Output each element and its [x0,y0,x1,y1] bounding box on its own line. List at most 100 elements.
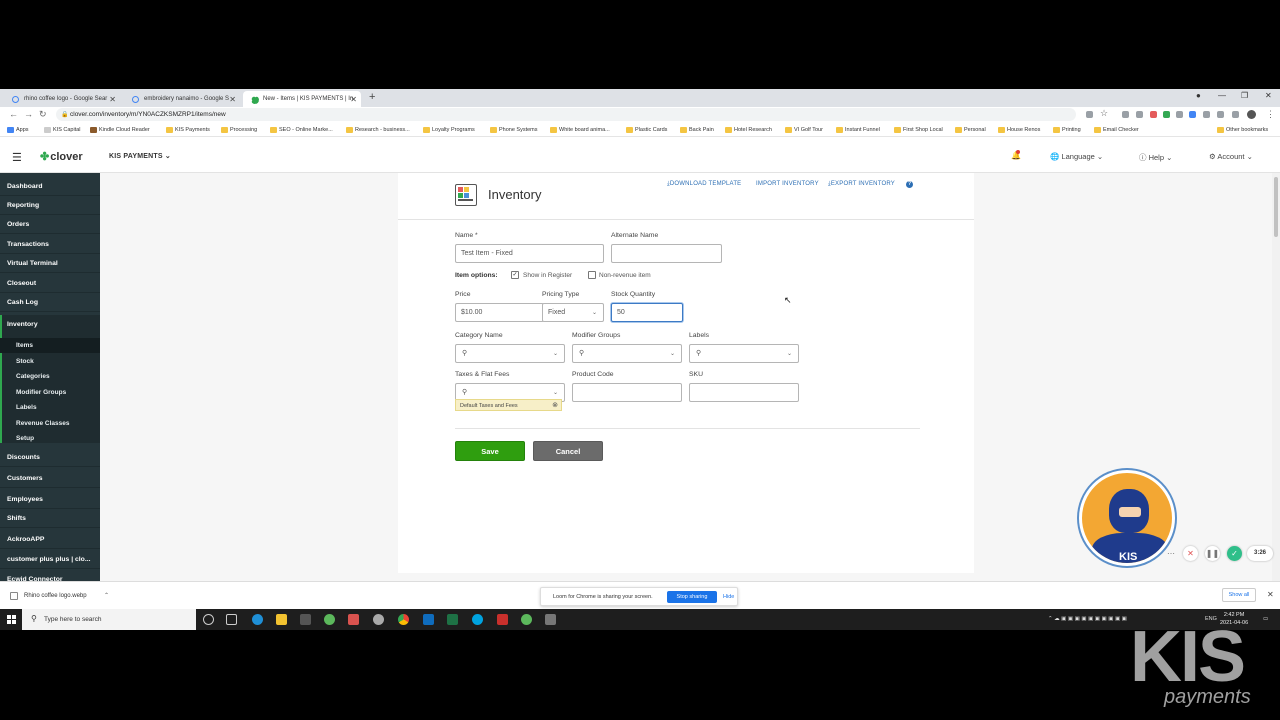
sidebar-item-virtual-terminal[interactable]: Virtual Terminal [0,254,100,273]
browser-tab-active[interactable]: New - Items | KIS PAYMENTS | In ✕ [243,91,361,107]
sidebar-item-labels[interactable]: Labels [0,400,100,415]
language-menu[interactable]: 🌐 Language ⌄ [1050,152,1103,161]
bookmark-folder[interactable]: Back Pain [680,127,714,133]
modifier-groups-select[interactable]: ⚲ ⌄ [572,344,682,363]
file-explorer-icon[interactable] [276,614,287,625]
bookmark-folder[interactable]: Printing [1053,127,1081,133]
sidebar-item-dashboard[interactable]: Dashboard [0,177,100,196]
sidebar-item-customer-plus-plus[interactable]: customer plus plus | clo... [0,550,100,569]
app-icon[interactable] [373,614,384,625]
taskbar-search[interactable]: ⚲ Type here to search [22,609,196,630]
close-icon[interactable]: ✕ [229,95,236,104]
finish-recording-icon[interactable]: ✓ [1227,546,1242,561]
sidebar-item-revenue-classes[interactable]: Revenue Classes [0,416,100,431]
close-icon[interactable]: ✕ [350,95,357,104]
extension-icon[interactable] [1203,111,1210,118]
extension-icon[interactable] [1176,111,1183,118]
sidebar-item-ackrooapp[interactable]: AckrooAPP [0,530,100,549]
app-icon[interactable] [348,614,359,625]
profile-circle-icon[interactable]: ● [1196,91,1201,100]
export-inventory-link[interactable]: ⤓EXPORT INVENTORY [828,181,895,188]
non-revenue-checkbox[interactable] [588,271,596,279]
labels-select[interactable]: ⚲ ⌄ [689,344,799,363]
sku-input[interactable] [689,383,799,402]
windows-start-icon[interactable] [7,615,16,624]
sidebar-item-discounts[interactable]: Discounts [0,448,100,467]
help-icon[interactable]: ? [906,181,913,188]
avatar[interactable] [1247,110,1256,119]
bookmark-folder[interactable]: Plastic Cards [626,127,667,133]
app-icon[interactable] [545,614,556,625]
bookmark-folder[interactable]: Phone Systems [490,127,538,133]
name-input[interactable]: Test Item - Fixed [455,244,604,263]
hide-button[interactable]: Hide [723,594,734,600]
stock-quantity-input[interactable]: 50 [611,303,683,322]
account-menu[interactable]: ⚙ Account ⌄ [1209,152,1253,161]
merchant-switcher[interactable]: KIS PAYMENTS ⌄ [109,152,171,160]
bookmark-item[interactable]: KIS Capital [44,127,81,133]
sidebar-item-customers[interactable]: Customers [0,469,100,488]
cancel-button[interactable]: Cancel [533,441,603,461]
stop-sharing-button[interactable]: Stop sharing [667,591,717,603]
close-icon[interactable]: ✕ [1267,590,1274,599]
scrollbar-thumb[interactable] [1274,177,1278,237]
bookmark-folder[interactable]: Instant Funnel [836,127,880,133]
hamburger-menu-icon[interactable]: ☰ [12,151,22,164]
sidebar-item-modifier-groups[interactable]: Modifier Groups [0,385,100,400]
sidebar-item-items[interactable]: Items [0,338,100,353]
page-scrollbar[interactable] [1272,173,1280,593]
bookmark-folder[interactable]: Personal [955,127,986,133]
more-icon[interactable]: ⋯ [1166,546,1176,561]
bookmark-folder[interactable]: KIS Payments [166,127,210,133]
extension-icon[interactable] [1086,111,1093,118]
app-icon[interactable] [324,614,335,625]
chevron-up-icon[interactable]: ⌃ [104,592,109,599]
save-button[interactable]: Save [455,441,525,461]
browser-tab-1[interactable]: rhino coffee logo - Google Sear ✕ [4,91,120,107]
close-window-icon[interactable]: ✕ [1265,91,1272,100]
sidebar-item-orders[interactable]: Orders [0,215,100,234]
sidebar-item-closeout[interactable]: Closeout [0,274,100,293]
excel-icon[interactable] [447,614,458,625]
clover-logo[interactable]: ✤clover [40,150,83,163]
bookmark-folder[interactable]: SEO - Online Marke... [270,127,333,133]
other-bookmarks[interactable]: Other bookmarks [1217,127,1268,133]
system-tray-icons[interactable]: ⌃ ☁ ▣ ▣ ▣ ▣ ▣ ▣ ▣ ▣ ▣ ▣ [1048,616,1127,622]
chrome-icon[interactable] [398,614,409,625]
back-icon[interactable]: ← [9,109,18,119]
category-name-select[interactable]: ⚲ ⌄ [455,344,565,363]
forward-icon[interactable]: → [24,109,33,119]
extension-icon[interactable] [1189,111,1196,118]
extension-icon[interactable] [1122,111,1129,118]
cancel-recording-icon[interactable]: ✕ [1183,546,1198,561]
sidebar-item-categories[interactable]: Categories [0,369,100,384]
bookmark-folder[interactable]: Email Checker [1094,127,1139,133]
star-icon[interactable]: ☆ [1100,108,1108,119]
help-menu[interactable]: ⓘ Help ⌄ [1139,152,1172,163]
notification-bell-icon[interactable]: 🔔 [1011,150,1021,160]
menu-kebab-icon[interactable]: ⋮ [1266,109,1275,120]
store-icon[interactable] [300,614,311,625]
cortana-icon[interactable] [203,614,214,625]
bookmark-folder[interactable]: First Shop Local [894,127,943,133]
bookmark-folder[interactable]: White board anima... [550,127,610,133]
extension-icon[interactable] [1163,111,1170,118]
edge-icon[interactable] [252,614,263,625]
show-all-button[interactable]: Show all [1222,588,1256,602]
outlook-icon[interactable] [423,614,434,625]
new-tab-icon[interactable]: + [369,91,375,103]
loom-camera-bubble[interactable]: KIS [1079,470,1175,566]
sidebar-item-employees[interactable]: Employees [0,490,100,509]
sidebar-item-reporting[interactable]: Reporting [0,196,100,215]
bookmark-folder[interactable]: Loyalty Programs [423,127,475,133]
sidebar-item-shifts[interactable]: Shifts [0,509,100,528]
sidebar-item-transactions[interactable]: Transactions [0,235,100,254]
bookmark-folder[interactable]: House Renos [998,127,1040,133]
pause-icon[interactable]: ❚❚ [1205,546,1220,561]
download-template-link[interactable]: ⤓DOWNLOAD TEMPLATE [667,181,741,188]
extension-icon[interactable] [1232,111,1239,118]
pricing-type-select[interactable]: Fixed ⌄ [542,303,604,322]
extension-icon[interactable] [1136,111,1143,118]
bookmark-folder[interactable]: VI Golf Tour [785,127,823,133]
browser-tab-2[interactable]: embroidery nanaimo - Google S ✕ [124,91,240,107]
